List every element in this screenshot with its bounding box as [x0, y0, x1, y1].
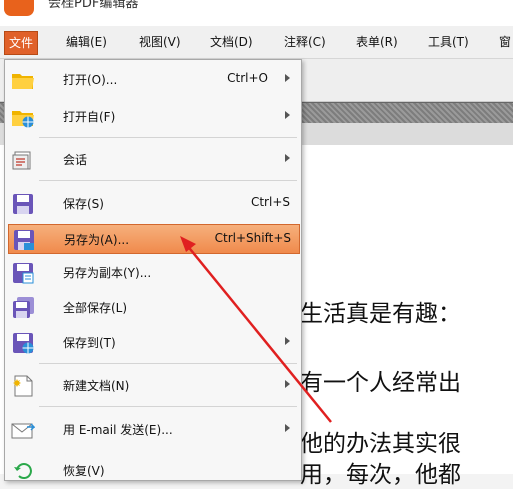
menu-form[interactable]: 表单(R) — [352, 31, 402, 53]
menu-item-label: 另存为(A)... — [64, 233, 130, 247]
menu-comment[interactable]: 注释(C) — [280, 31, 330, 53]
new-document-icon — [13, 375, 33, 397]
email-icon — [11, 423, 35, 439]
menu-item-open-from[interactable]: 打开自(F) — [8, 102, 298, 130]
menu-item-label: 全部保存(L) — [63, 301, 128, 315]
submenu-arrow-icon — [285, 380, 290, 388]
menu-window[interactable]: 窗 — [495, 31, 513, 53]
menu-item-shortcut: Ctrl+S — [250, 195, 290, 209]
doc-text-line: 生活真是有趣： — [300, 301, 461, 327]
menu-item-label: 新建文档(N) — [63, 379, 130, 393]
floppy-all-icon — [13, 297, 34, 318]
folder-open-icon — [12, 74, 34, 89]
folder-globe-icon — [12, 111, 34, 128]
floppy-copy-icon — [13, 263, 34, 284]
file-menu-dropdown: 打开(O)... Ctrl+O 打开自(F) 会话 保存(S) Ctrl+S 另… — [4, 59, 302, 481]
menu-item-label: 用 E-mail 发送(E)... — [63, 423, 173, 437]
title-bar: 会桂PDF编辑器 — [0, 0, 513, 26]
menu-separator — [39, 180, 297, 181]
menu-separator — [39, 363, 297, 364]
menu-item-label: 恢复(V) — [63, 464, 105, 478]
menu-tools[interactable]: 工具(T) — [424, 31, 473, 53]
menu-item-send-email[interactable]: 用 E-mail 发送(E)... — [8, 415, 298, 443]
submenu-arrow-icon — [285, 424, 290, 432]
menu-item-label: 另存为副本(Y)... — [63, 266, 152, 280]
menu-item-shortcut: Ctrl+Shift+S — [214, 231, 291, 245]
menu-item-label: 保存(S) — [63, 197, 104, 211]
menu-item-label: 打开自(F) — [63, 110, 116, 124]
floppy-icon — [13, 194, 33, 214]
menu-item-label: 会话 — [63, 153, 88, 167]
menu-item-session[interactable]: 会话 — [8, 145, 298, 173]
menu-item-label: 打开(O)... — [63, 73, 118, 87]
menu-edit[interactable]: 编辑(E) — [62, 31, 111, 53]
menu-item-revert[interactable]: 恢复(V) — [8, 456, 298, 480]
floppy-save-as-icon — [14, 230, 34, 250]
doc-text-line: 有一个人经常出 — [300, 370, 461, 396]
submenu-arrow-icon — [285, 111, 290, 119]
floppy-globe-icon — [13, 333, 34, 354]
menu-file[interactable]: 文件 — [4, 31, 39, 55]
menu-item-shortcut: Ctrl+O — [227, 71, 268, 85]
menu-document[interactable]: 文档(D) — [206, 31, 257, 53]
menu-item-new-document[interactable]: 新建文档(N) — [8, 371, 298, 399]
doc-text-line: 用，每次，他都 — [300, 462, 461, 488]
menu-item-save-all[interactable]: 全部保存(L) — [8, 293, 298, 321]
app-logo-icon — [4, 0, 34, 16]
menu-view[interactable]: 视图(V) — [135, 31, 185, 53]
revert-icon — [14, 463, 32, 479]
menu-item-save[interactable]: 保存(S) Ctrl+S — [8, 189, 298, 217]
submenu-arrow-icon — [285, 154, 290, 162]
menu-separator — [39, 406, 297, 407]
menu-separator — [39, 137, 297, 138]
menu-item-label: 保存到(T) — [63, 336, 116, 350]
session-icon — [12, 151, 31, 170]
doc-text-line: 他的办法其实很 — [300, 431, 461, 457]
menu-item-save-to[interactable]: 保存到(T) — [8, 328, 298, 356]
menu-item-save-as[interactable]: 另存为(A)... Ctrl+Shift+S — [8, 224, 300, 254]
submenu-arrow-icon — [285, 337, 290, 345]
app-title: 会桂PDF编辑器 — [48, 0, 139, 11]
menu-item-open[interactable]: 打开(O)... Ctrl+O — [8, 65, 298, 93]
menu-item-save-copy[interactable]: 另存为副本(Y)... — [8, 258, 298, 286]
menu-bar: 文件 编辑(E) 视图(V) 文档(D) 注释(C) 表单(R) 工具(T) 窗 — [0, 26, 513, 59]
submenu-arrow-icon — [285, 74, 290, 82]
